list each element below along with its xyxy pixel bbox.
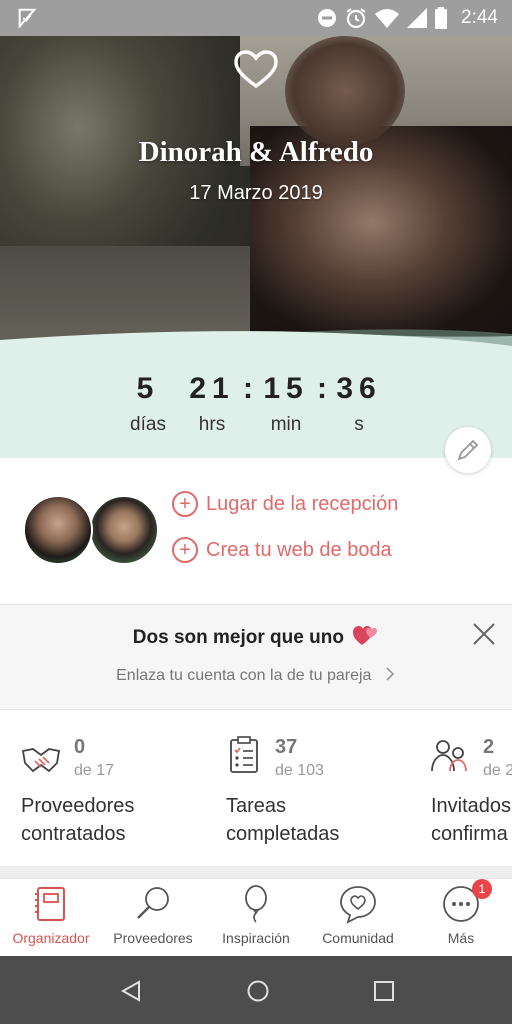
pencil-icon <box>457 439 479 461</box>
countdown-seconds: 36 s <box>336 372 382 435</box>
nav-comunidad[interactable]: Comunidad <box>307 884 409 946</box>
handshake-icon <box>21 748 61 773</box>
heart-icon <box>234 50 278 89</box>
banner-title: Dos son mejor que uno <box>0 625 512 649</box>
notification-badge: 1 <box>472 879 492 899</box>
recents-icon[interactable] <box>373 980 395 1002</box>
wedding-website-link[interactable]: + Crea tu web de boda <box>172 537 392 563</box>
stat-label[interactable]: Tareas completadas <box>226 792 339 848</box>
stat-value: 37 <box>275 736 298 758</box>
do-not-disturb-icon <box>318 9 337 27</box>
nav-mas[interactable]: Más <box>410 884 512 946</box>
checklist-icon <box>230 736 258 773</box>
avatar-groom[interactable] <box>89 495 159 565</box>
close-icon[interactable] <box>470 620 498 648</box>
stat-label[interactable]: Proveedores contratados <box>21 792 134 848</box>
notebook-icon <box>35 887 65 921</box>
clock: 2:44 <box>461 7 498 28</box>
back-icon[interactable] <box>119 979 143 1003</box>
system-nav-bar <box>0 956 512 1024</box>
reception-link-label: Lugar de la recepción <box>206 492 399 515</box>
nav-organizador[interactable]: Organizador <box>0 884 102 946</box>
wifi-icon <box>375 9 400 28</box>
chat-heart-icon <box>340 886 376 924</box>
alarm-icon <box>346 8 366 29</box>
edit-button[interactable] <box>445 427 491 473</box>
couple-names: Dinorah & Alfredo <box>138 136 374 168</box>
reception-link[interactable]: + Lugar de la recepción <box>172 491 398 517</box>
wave-divider <box>0 329 512 366</box>
wedding-date: 17 Marzo 2019 <box>189 182 323 204</box>
stat-label[interactable]: Invitados confirma <box>431 792 512 848</box>
hearts-icon <box>353 626 378 645</box>
countdown-minutes: 15 min <box>263 372 309 435</box>
guests-icon <box>431 740 467 772</box>
plus-circle-icon: + <box>172 537 198 563</box>
banner-subtitle[interactable]: Enlaza tu cuenta con la de tu pareja <box>0 666 512 685</box>
stat-total: de 2 <box>483 762 512 779</box>
stat-value: 0 <box>74 736 86 758</box>
stat-value: 2 <box>483 736 495 758</box>
partner-banner[interactable] <box>0 604 512 710</box>
status-bar: 2:44 <box>0 0 512 36</box>
battery-icon <box>435 7 448 29</box>
balloon-icon <box>245 885 267 923</box>
countdown-hours: 21 hrs <box>189 372 235 435</box>
nav-proveedores[interactable]: Proveedores <box>102 884 204 946</box>
chevron-right-icon <box>386 667 395 681</box>
stat-total: de 103 <box>275 762 324 779</box>
magnifier-icon <box>137 887 169 919</box>
home-icon[interactable] <box>246 979 270 1003</box>
stat-total: de 17 <box>74 762 115 779</box>
wedding-website-link-label: Crea tu web de boda <box>206 538 392 561</box>
notification-icon <box>18 8 37 29</box>
countdown-colon: : <box>317 372 327 405</box>
plus-circle-icon: + <box>172 491 198 517</box>
nav-inspiracion[interactable]: Inspiración <box>205 884 307 946</box>
signal-icon <box>407 8 428 28</box>
countdown-days: 5 días <box>130 372 166 435</box>
countdown-colon: : <box>243 372 253 405</box>
avatar-bride[interactable] <box>23 495 93 565</box>
section-divider <box>0 866 512 878</box>
